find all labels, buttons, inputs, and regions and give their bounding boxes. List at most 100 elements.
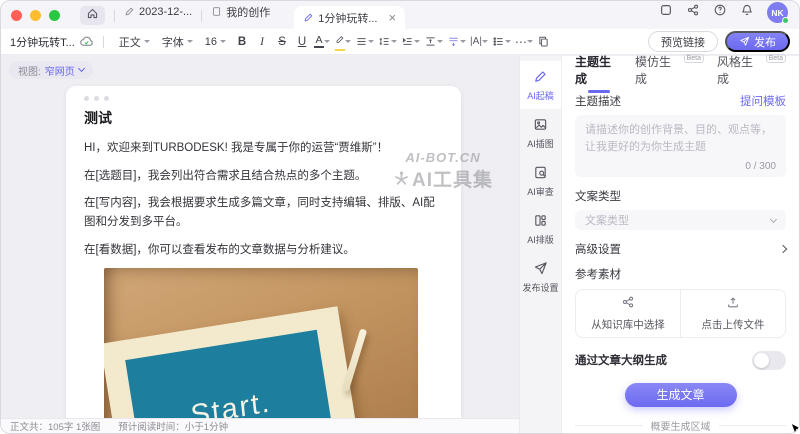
font-family-select[interactable]: 字体 (162, 34, 193, 50)
rail-item-publish-settings[interactable]: 发布设置 (520, 253, 561, 301)
outline-toggle[interactable] (752, 351, 786, 370)
avatar[interactable]: NK (767, 2, 788, 23)
pencil-icon (124, 6, 135, 17)
chevron-down-icon (391, 40, 397, 43)
copy-type-select[interactable]: 文案类型 (575, 210, 786, 230)
outline-toggle-row: 通过文章大纲生成 (575, 351, 786, 370)
online-status-dot (782, 17, 789, 24)
pencil-icon (533, 69, 548, 86)
close-window-button[interactable] (11, 10, 22, 21)
more-button[interactable]: ⋯ (515, 35, 533, 49)
line-height-button[interactable] (378, 35, 397, 48)
indent-button[interactable] (401, 35, 420, 48)
rail-label: AI排版 (527, 233, 554, 246)
upload-file-card[interactable]: 点击上传文件 (681, 290, 785, 336)
paragraph[interactable]: HI，欢迎来到TURBODESK! 我是专属于你的运营“贾维斯”！ (84, 139, 443, 158)
titlebar: 2023-12-... 我的创作 1分钟玩转... × (1, 1, 799, 29)
paragraph-spacing-button[interactable] (424, 35, 443, 48)
select-placeholder: 文案类型 (585, 212, 629, 228)
document-page[interactable]: 测试 HI，欢迎来到TURBODESK! 我是专属于你的运营“贾维斯”！ 在[选… (66, 86, 461, 433)
beta-badge: Beta (684, 54, 704, 63)
font-color-button[interactable]: A (314, 35, 330, 49)
paper-plane-icon (739, 36, 750, 47)
paragraph[interactable]: 在[看数据]，你可以查看发布的文章数据与分析建议。 (84, 241, 443, 260)
paragraph[interactable]: 在[选题目]，我会列出符合需求且结合热点的多个主题。 (84, 167, 443, 186)
rail-item-ai-layout[interactable]: AI排版 (520, 205, 561, 253)
chevron-down-icon (324, 40, 330, 43)
copy-type-label: 文案类型 (575, 188, 621, 204)
knowledge-base-card[interactable]: 从知识库中选择 (576, 290, 681, 336)
chevron-down-icon (505, 40, 511, 43)
main-content: 视图: 窄网页 测试 HI，欢迎来到TURBODESK! 我是专属于你的运营“贾… (1, 56, 799, 433)
tab-label: 风格生成 (717, 53, 764, 87)
tab-label: 模仿生成 (635, 53, 682, 87)
tab-document-2023[interactable]: 2023-12-... (124, 1, 192, 29)
underline-button[interactable]: U (294, 33, 310, 51)
divider (201, 10, 202, 22)
highlight-button[interactable] (334, 32, 351, 51)
chevron-down-icon (345, 40, 351, 43)
chevron-down-icon (460, 40, 466, 43)
rail-label: AI审查 (527, 185, 554, 198)
inline-image-start-sign[interactable]: Start. (104, 268, 418, 433)
rail-label: 发布设置 (522, 281, 558, 294)
rail-item-ai-review[interactable]: AI审查 (520, 157, 561, 205)
chevron-down-icon (527, 40, 533, 43)
help-icon[interactable] (713, 3, 727, 22)
format-toolbar: 1分钟玩转T... 正文 字体 16 B I S U A (1, 29, 799, 55)
document-heading[interactable]: 测试 (84, 108, 443, 128)
layout-icon (533, 213, 548, 230)
outline-toggle-label: 通过文章大纲生成 (575, 352, 667, 368)
tab-imitation-generation[interactable]: 模仿生成 Beta (635, 53, 704, 92)
ai-tool-rail: AI起稿 AI插图 AI审查 AI排版 (519, 56, 561, 433)
font-size-select[interactable]: 16 (205, 36, 226, 48)
question-template-link[interactable]: 提问模板 (740, 93, 786, 109)
char-counter: 0 / 300 (745, 161, 776, 172)
tab-topic-generation[interactable]: 主题生成 (575, 53, 622, 92)
rail-item-ai-draft[interactable]: AI起稿 (520, 61, 561, 109)
paragraph-style-select[interactable]: 正文 (119, 34, 150, 50)
bold-button[interactable]: B (234, 33, 250, 51)
tab-my-creations[interactable]: 我的创作 (211, 1, 270, 29)
advanced-settings-row[interactable]: 高级设置 (575, 241, 786, 257)
highlighter-icon (334, 32, 345, 48)
bell-icon[interactable] (740, 3, 754, 22)
font-color-letter: A (316, 35, 323, 46)
window-layout-icon[interactable] (659, 3, 673, 22)
paper-plane-icon (533, 261, 548, 278)
zoom-window-button[interactable] (49, 10, 60, 21)
minimize-window-button[interactable] (30, 10, 41, 21)
close-tab-icon[interactable]: × (389, 11, 397, 24)
mouse-cursor (790, 422, 800, 434)
paragraph[interactable]: 在[写内容]，我会根据要求生成多篇文章，同时支持编辑、排版、AI配图和分发到多平… (84, 194, 443, 231)
size-value: 16 (205, 36, 217, 48)
document-title: 1分钟玩转T... (10, 34, 75, 50)
tab-style-generation[interactable]: 风格生成 Beta (717, 53, 786, 92)
format-painter-button[interactable] (537, 35, 550, 48)
chevron-down-icon (482, 40, 488, 43)
preview-link-button[interactable]: 预览链接 (648, 31, 718, 52)
topic-description-input[interactable] (585, 122, 776, 162)
view-mode-chip[interactable]: 视图: 窄网页 (9, 61, 93, 79)
app-window: 2023-12-... 我的创作 1分钟玩转... × (0, 0, 800, 434)
tab-label: 我的创作 (226, 4, 270, 20)
tab-label: 2023-12-... (139, 6, 192, 18)
upload-icon (726, 295, 740, 312)
word-count: 正文共：105字 1张图 (10, 419, 100, 433)
ai-text-glyph: |A| (470, 36, 482, 47)
generate-article-button[interactable]: 生成文章 (625, 383, 737, 407)
italic-button[interactable]: I (254, 33, 270, 51)
rail-item-ai-illustration[interactable]: AI插图 (520, 109, 561, 157)
ai-text-button[interactable]: |A| (470, 36, 488, 47)
list-button[interactable] (492, 35, 511, 48)
share-icon[interactable] (686, 3, 700, 22)
home-button[interactable] (80, 6, 105, 25)
strikethrough-button[interactable]: S (274, 33, 290, 51)
insert-below-button[interactable] (447, 35, 466, 48)
tab-current-article[interactable]: 1分钟玩转... × (294, 6, 405, 29)
publish-button[interactable]: 发布 (725, 31, 790, 52)
avatar-initials: NK (771, 8, 783, 18)
align-button[interactable] (355, 35, 374, 48)
divider (103, 36, 104, 48)
topic-textarea-wrap: 0 / 300 (575, 115, 786, 177)
